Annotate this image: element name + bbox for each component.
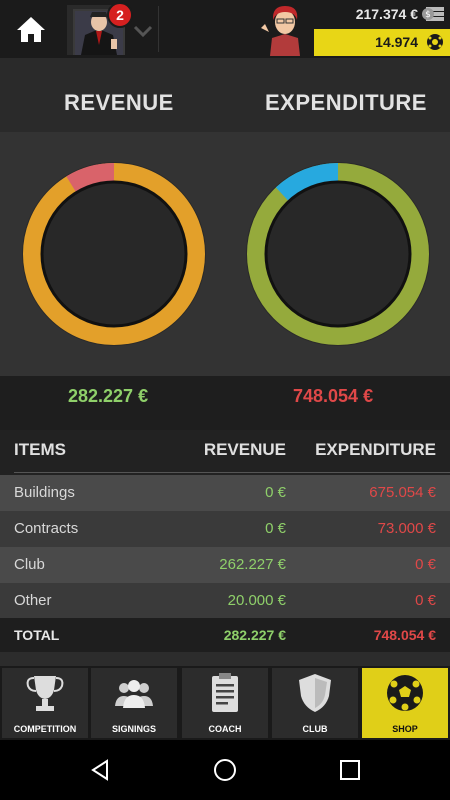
donut-charts-area bbox=[0, 132, 450, 376]
row-expenditure: 675.054 € bbox=[369, 484, 436, 501]
expenditure-column-header: EXPENDITURE bbox=[315, 440, 436, 459]
row-expenditure: 0 € bbox=[415, 592, 436, 609]
nav-signings[interactable]: SIGNINGS bbox=[91, 668, 177, 738]
row-item: Buildings bbox=[14, 484, 75, 501]
soccer-ball-icon bbox=[427, 34, 443, 50]
nav-shop[interactable]: SHOP bbox=[362, 668, 448, 738]
total-revenue: 282.227 € bbox=[223, 627, 286, 643]
nav-label: COMPETITION bbox=[13, 724, 77, 734]
table-row-total: TOTAL 282.227 € 748.054 € bbox=[0, 618, 450, 654]
row-expenditure: 73.000 € bbox=[377, 520, 436, 537]
nav-label: SHOP bbox=[392, 724, 418, 734]
expenditure-total: 748.054 € bbox=[293, 386, 374, 406]
recents-icon[interactable] bbox=[338, 758, 362, 782]
total-label: TOTAL bbox=[14, 627, 60, 643]
manager-avatar-icon bbox=[261, 6, 300, 56]
clipboard-icon bbox=[212, 673, 238, 712]
nav-competition[interactable]: COMPETITION bbox=[2, 668, 88, 738]
money-balance[interactable]: 217.374 € $ bbox=[316, 0, 450, 28]
trophy-icon bbox=[26, 676, 64, 711]
top-bar: 2 217.374 € $ 14.974 bbox=[0, 0, 450, 58]
totals-row: 282.227 € 748.054 € bbox=[0, 376, 450, 430]
row-expenditure: 0 € bbox=[415, 556, 436, 573]
row-revenue: 262.227 € bbox=[219, 556, 286, 573]
soccer-ball-icon bbox=[387, 675, 423, 711]
expenditure-heading: EXPENDITURE bbox=[265, 90, 427, 115]
coin-value: 14.974 bbox=[375, 34, 418, 50]
coin-balance[interactable]: 14.974 bbox=[314, 29, 450, 56]
table-row-contracts[interactable]: Contracts 0 € 73.000 € bbox=[0, 511, 450, 547]
divider bbox=[158, 6, 159, 52]
table-row-buildings[interactable]: Buildings 0 € 675.054 € bbox=[0, 475, 450, 511]
total-expenditure: 748.054 € bbox=[373, 627, 436, 643]
table-row-club[interactable]: Club 262.227 € 0 € bbox=[0, 547, 450, 583]
spacer bbox=[0, 652, 450, 666]
row-revenue: 20.000 € bbox=[227, 592, 286, 609]
home-button[interactable] bbox=[10, 8, 52, 50]
back-icon[interactable] bbox=[88, 758, 112, 782]
row-revenue: 0 € bbox=[265, 520, 286, 537]
money-value: 217.374 € bbox=[355, 6, 418, 22]
row-item: Other bbox=[14, 592, 52, 609]
row-item: Club bbox=[14, 556, 45, 573]
items-column-header: ITEMS bbox=[14, 440, 66, 459]
home-circle-icon[interactable] bbox=[213, 758, 237, 782]
revenue-heading: REVENUE bbox=[64, 90, 174, 115]
svg-text:$: $ bbox=[425, 10, 431, 20]
nav-coach[interactable]: COACH bbox=[182, 668, 268, 738]
chevron-down-icon[interactable] bbox=[130, 18, 156, 44]
nav-label: CLUB bbox=[302, 724, 328, 734]
shield-icon bbox=[299, 674, 331, 712]
system-nav-bar bbox=[0, 740, 450, 800]
table-header: ITEMS REVENUE EXPENDITURE bbox=[0, 430, 450, 474]
expenditure-donut-chart[interactable] bbox=[240, 156, 436, 352]
table-header-divider bbox=[14, 472, 450, 473]
nav-club[interactable]: CLUB bbox=[272, 668, 358, 738]
nav-label: SIGNINGS bbox=[111, 724, 156, 734]
revenue-column-header: REVENUE bbox=[203, 440, 286, 459]
bottom-navigation: COMPETITION SIGNINGS COACH CLUB SHOP bbox=[0, 666, 450, 740]
table-row-other[interactable]: Other 20.000 € 0 € bbox=[0, 583, 450, 619]
cash-icon: $ bbox=[422, 7, 444, 21]
row-revenue: 0 € bbox=[265, 484, 286, 501]
row-item: Contracts bbox=[14, 520, 79, 537]
revenue-donut-chart[interactable] bbox=[16, 156, 212, 352]
home-icon bbox=[17, 17, 45, 42]
summary-headers: REVENUE EXPENDITURE bbox=[0, 58, 450, 132]
revenue-total: 282.227 € bbox=[68, 386, 149, 406]
nav-label: COACH bbox=[208, 724, 242, 734]
people-icon bbox=[115, 680, 153, 708]
